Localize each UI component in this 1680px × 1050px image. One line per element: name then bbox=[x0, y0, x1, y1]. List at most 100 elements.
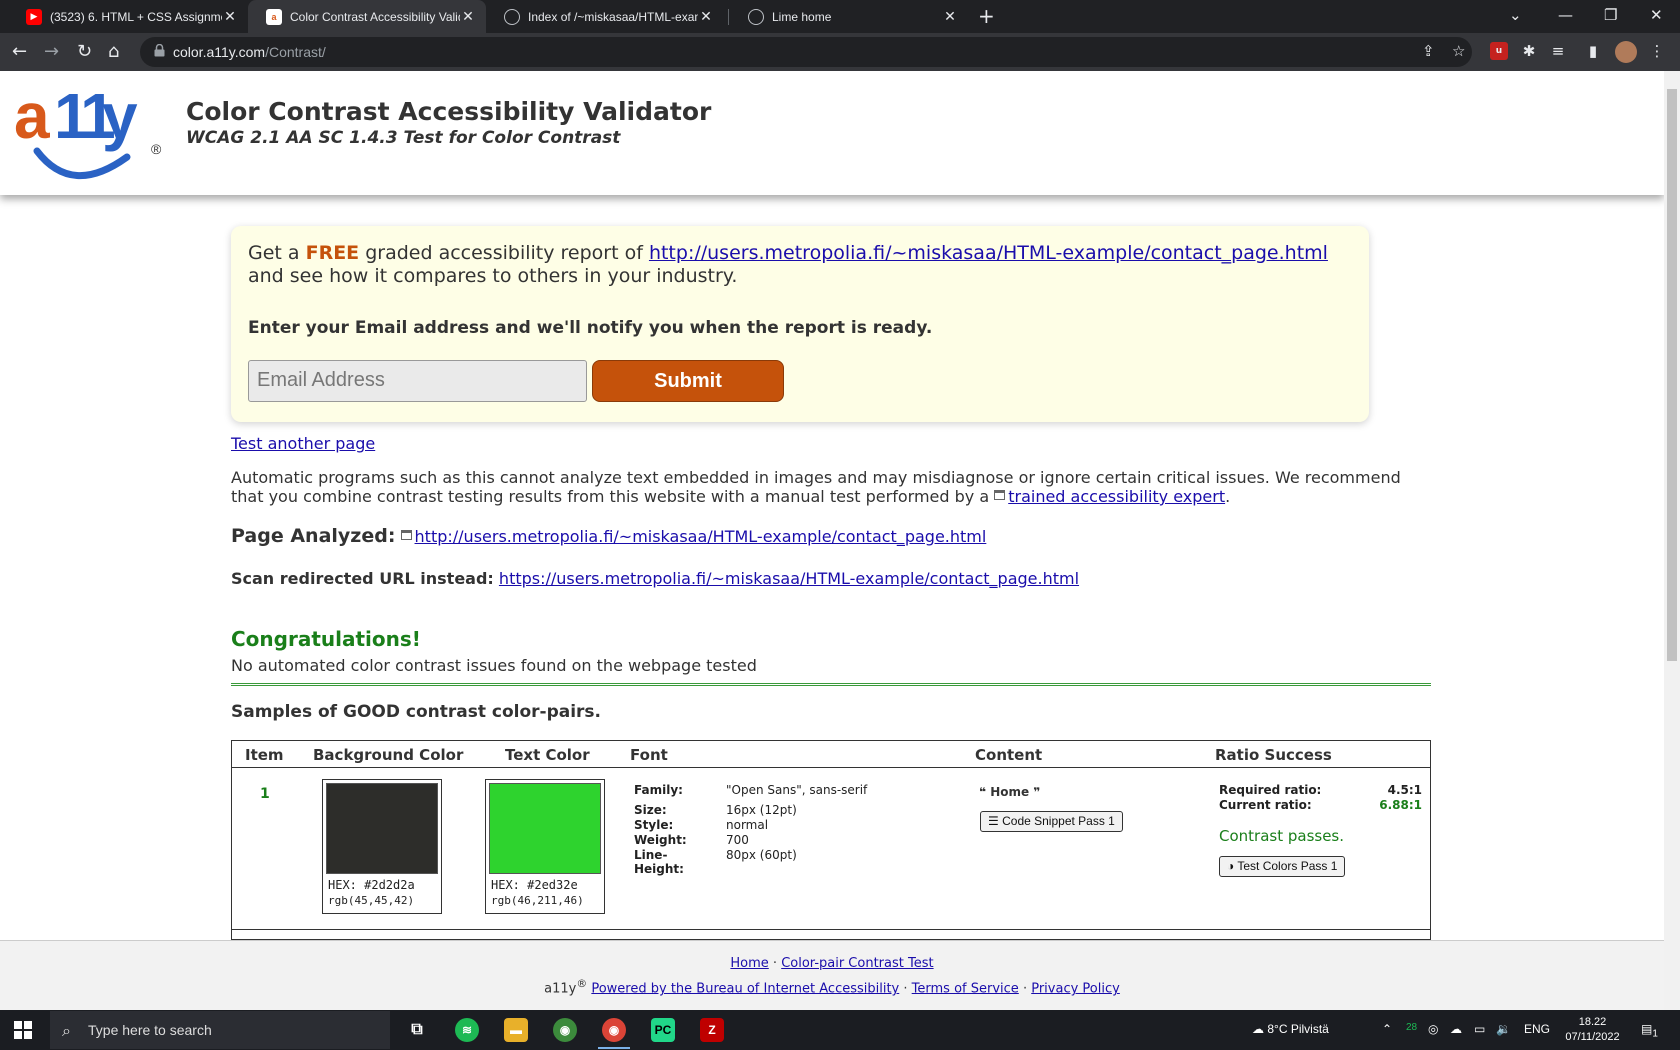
media-queue-icon[interactable]: ≡ bbox=[1549, 42, 1567, 60]
page-subtitle: WCAG 2.1 AA SC 1.4.3 Test for Color Cont… bbox=[186, 128, 621, 148]
test-colors-button[interactable]: ◑ Test Colors Pass 1 bbox=[1219, 856, 1346, 877]
tab-title: Lime home bbox=[772, 9, 832, 24]
spotify-icon[interactable]: ≋ bbox=[455, 1018, 479, 1042]
ratio-info: Required ratio: 4.5:1 Current ratio: 6.88:… bbox=[1219, 783, 1422, 812]
contrast-passes: Contrast passes. bbox=[1219, 827, 1345, 845]
show-hidden-icons[interactable]: ⌃ bbox=[1382, 1022, 1392, 1036]
contrast-icon: ◑ bbox=[1227, 859, 1235, 873]
language-indicator[interactable]: ENG bbox=[1524, 1022, 1550, 1036]
footer-colorpair-link[interactable]: Color-pair Contrast Test bbox=[781, 956, 933, 971]
col-font: Font bbox=[630, 746, 668, 764]
tray-badge[interactable]: 28 bbox=[1406, 1022, 1417, 1033]
lock-icon bbox=[154, 44, 165, 57]
windows-start-icon[interactable] bbox=[14, 1021, 32, 1039]
footer-home-link[interactable]: Home bbox=[730, 956, 768, 971]
reload-icon[interactable]: ↻ bbox=[77, 41, 92, 62]
bookmark-star-icon[interactable]: ☆ bbox=[1452, 42, 1465, 60]
system-clock[interactable]: 18.22 07/11/2022 bbox=[1555, 1015, 1630, 1045]
windows-taskbar: ⌕ Type here to search ⧉ ≋ ▬ ◉ ◉ PC Z ☁ 8… bbox=[0, 1010, 1680, 1050]
cloud-icon: ☁ bbox=[1252, 1022, 1264, 1036]
item-number: 1 bbox=[260, 786, 270, 802]
close-tab-icon[interactable]: ✕ bbox=[460, 8, 476, 25]
tab-color-contrast[interactable]: a Color Contrast Accessibility Valid ✕ bbox=[248, 0, 486, 33]
youtube-icon: ▶ bbox=[26, 8, 42, 25]
chrome-icon[interactable]: ◉ bbox=[602, 1018, 626, 1042]
footer-powered-link[interactable]: Powered by the Bureau of Internet Access… bbox=[591, 981, 899, 996]
tab-lime-home[interactable]: Lime home ✕ bbox=[730, 0, 968, 33]
tab-title: Index of /~miskasaa/HTML-exam bbox=[528, 9, 698, 24]
a11y-logo[interactable]: a 11 y ® bbox=[14, 80, 164, 185]
col-item: Item bbox=[245, 746, 284, 764]
text-swatch bbox=[489, 783, 601, 874]
col-content: Content bbox=[975, 746, 1043, 764]
weather-widget[interactable]: ☁ 8°C Pilvistä bbox=[1252, 1022, 1329, 1036]
new-tab-button[interactable]: + bbox=[978, 4, 995, 28]
scrollbar-thumb[interactable] bbox=[1667, 89, 1677, 661]
web-page: a 11 y ® Color Contrast Accessibility Va… bbox=[0, 71, 1664, 940]
scan-redirected: Scan redirected URL instead: https://use… bbox=[231, 569, 1080, 588]
submit-button[interactable]: Submit bbox=[592, 360, 784, 402]
external-link-icon bbox=[994, 490, 1006, 500]
tab-index-of[interactable]: Index of /~miskasaa/HTML-exam ✕ bbox=[486, 0, 724, 33]
col-background-color: Background Color bbox=[313, 746, 464, 764]
close-tab-icon[interactable]: ✕ bbox=[698, 8, 714, 25]
footer-tos-link[interactable]: Terms of Service bbox=[912, 981, 1019, 996]
site-header: a 11 y ® Color Contrast Accessibility Va… bbox=[0, 71, 1664, 195]
close-tab-icon[interactable]: ✕ bbox=[942, 8, 958, 25]
profile-avatar[interactable] bbox=[1615, 41, 1637, 63]
footer-privacy-link[interactable]: Privacy Policy bbox=[1031, 981, 1120, 996]
close-tab-icon[interactable]: ✕ bbox=[222, 8, 238, 25]
page-title: Color Contrast Accessibility Validator bbox=[186, 97, 712, 126]
tab-divider bbox=[728, 9, 729, 25]
tab-title: Color Contrast Accessibility Valid bbox=[290, 9, 460, 24]
tab-youtube[interactable]: ▶ (3523) 6. HTML + CSS Assignmen ✕ bbox=[8, 0, 248, 33]
address-bar[interactable]: color.a11y.com/Contrast/ ⇪ ☆ bbox=[140, 37, 1472, 67]
globe-icon bbox=[748, 8, 764, 25]
tray-meet-icon[interactable]: ◎ bbox=[1428, 1022, 1438, 1036]
report-url-link[interactable]: http://users.metropolia.fi/~miskasaa/HTM… bbox=[649, 242, 1328, 264]
side-panel-icon[interactable]: ▮ bbox=[1584, 42, 1602, 60]
chrome-profile-icon[interactable]: ◉ bbox=[553, 1018, 577, 1042]
browser-menu-icon[interactable]: ⋮ bbox=[1648, 42, 1666, 60]
text-swatch-card: HEX: #2ed32e rgb(46,211,46) bbox=[485, 779, 605, 914]
back-icon[interactable]: ← bbox=[12, 41, 27, 62]
email-input[interactable]: Email Address bbox=[248, 360, 587, 402]
redirect-url-link[interactable]: https://users.metropolia.fi/~miskasaa/HT… bbox=[499, 569, 1079, 588]
code-snippet-button[interactable]: ☰ Code Snippet Pass 1 bbox=[980, 811, 1123, 832]
promo-text: Get a FREE graded accessibility report o… bbox=[248, 242, 1328, 264]
home-icon[interactable]: ⌂ bbox=[108, 41, 119, 62]
network-icon[interactable]: ▭ bbox=[1474, 1022, 1485, 1036]
tab-search-icon[interactable]: ⌄ bbox=[1509, 6, 1522, 24]
globe-icon bbox=[504, 8, 520, 25]
disclaimer-note: Automatic programs such as this cannot a… bbox=[231, 468, 1401, 506]
task-view-icon[interactable]: ⧉ bbox=[405, 1018, 429, 1042]
notifications-icon[interactable]: ▤1 bbox=[1641, 1022, 1658, 1039]
background-hex: HEX: #2d2d2a bbox=[328, 878, 415, 892]
restore-icon[interactable]: ❐ bbox=[1604, 6, 1617, 24]
search-icon: ⌕ bbox=[62, 1021, 71, 1040]
logo-swoosh bbox=[33, 147, 131, 180]
page-scrollbar[interactable] bbox=[1664, 71, 1680, 1012]
results-table: Item Background Color Text Color Font Co… bbox=[231, 740, 1431, 940]
taskbar-search[interactable]: ⌕ Type here to search bbox=[50, 1011, 390, 1049]
volume-icon[interactable]: 🔉 bbox=[1496, 1022, 1511, 1036]
col-ratio-success: Ratio Success bbox=[1215, 746, 1332, 764]
no-issues-message: No automated color contrast issues found… bbox=[231, 656, 1431, 686]
test-another-page-link[interactable]: Test another page bbox=[231, 434, 375, 453]
trained-expert-link[interactable]: trained accessibility expert bbox=[1008, 487, 1225, 506]
close-window-icon[interactable]: ✕ bbox=[1650, 6, 1663, 24]
close-quote-icon: ❞ bbox=[1033, 785, 1041, 799]
extensions-puzzle-icon[interactable]: ✱ bbox=[1520, 42, 1538, 60]
share-icon[interactable]: ⇪ bbox=[1422, 42, 1435, 60]
minimize-icon[interactable]: — bbox=[1558, 6, 1573, 24]
onedrive-icon[interactable]: ☁ bbox=[1450, 1022, 1462, 1036]
pycharm-icon[interactable]: PC bbox=[651, 1018, 675, 1042]
file-explorer-icon[interactable]: ▬ bbox=[504, 1018, 528, 1042]
site-footer: Home · Color-pair Contrast Test a11y® Po… bbox=[0, 940, 1664, 1012]
active-app-indicator bbox=[598, 1047, 630, 1049]
analyzed-url-link[interactable]: http://users.metropolia.fi/~miskasaa/HTM… bbox=[415, 527, 987, 546]
ublock-icon[interactable]: u bbox=[1490, 42, 1508, 60]
text-hex: HEX: #2ed32e bbox=[491, 878, 578, 892]
filezilla-icon[interactable]: Z bbox=[700, 1018, 724, 1042]
forward-icon[interactable]: → bbox=[44, 41, 59, 62]
